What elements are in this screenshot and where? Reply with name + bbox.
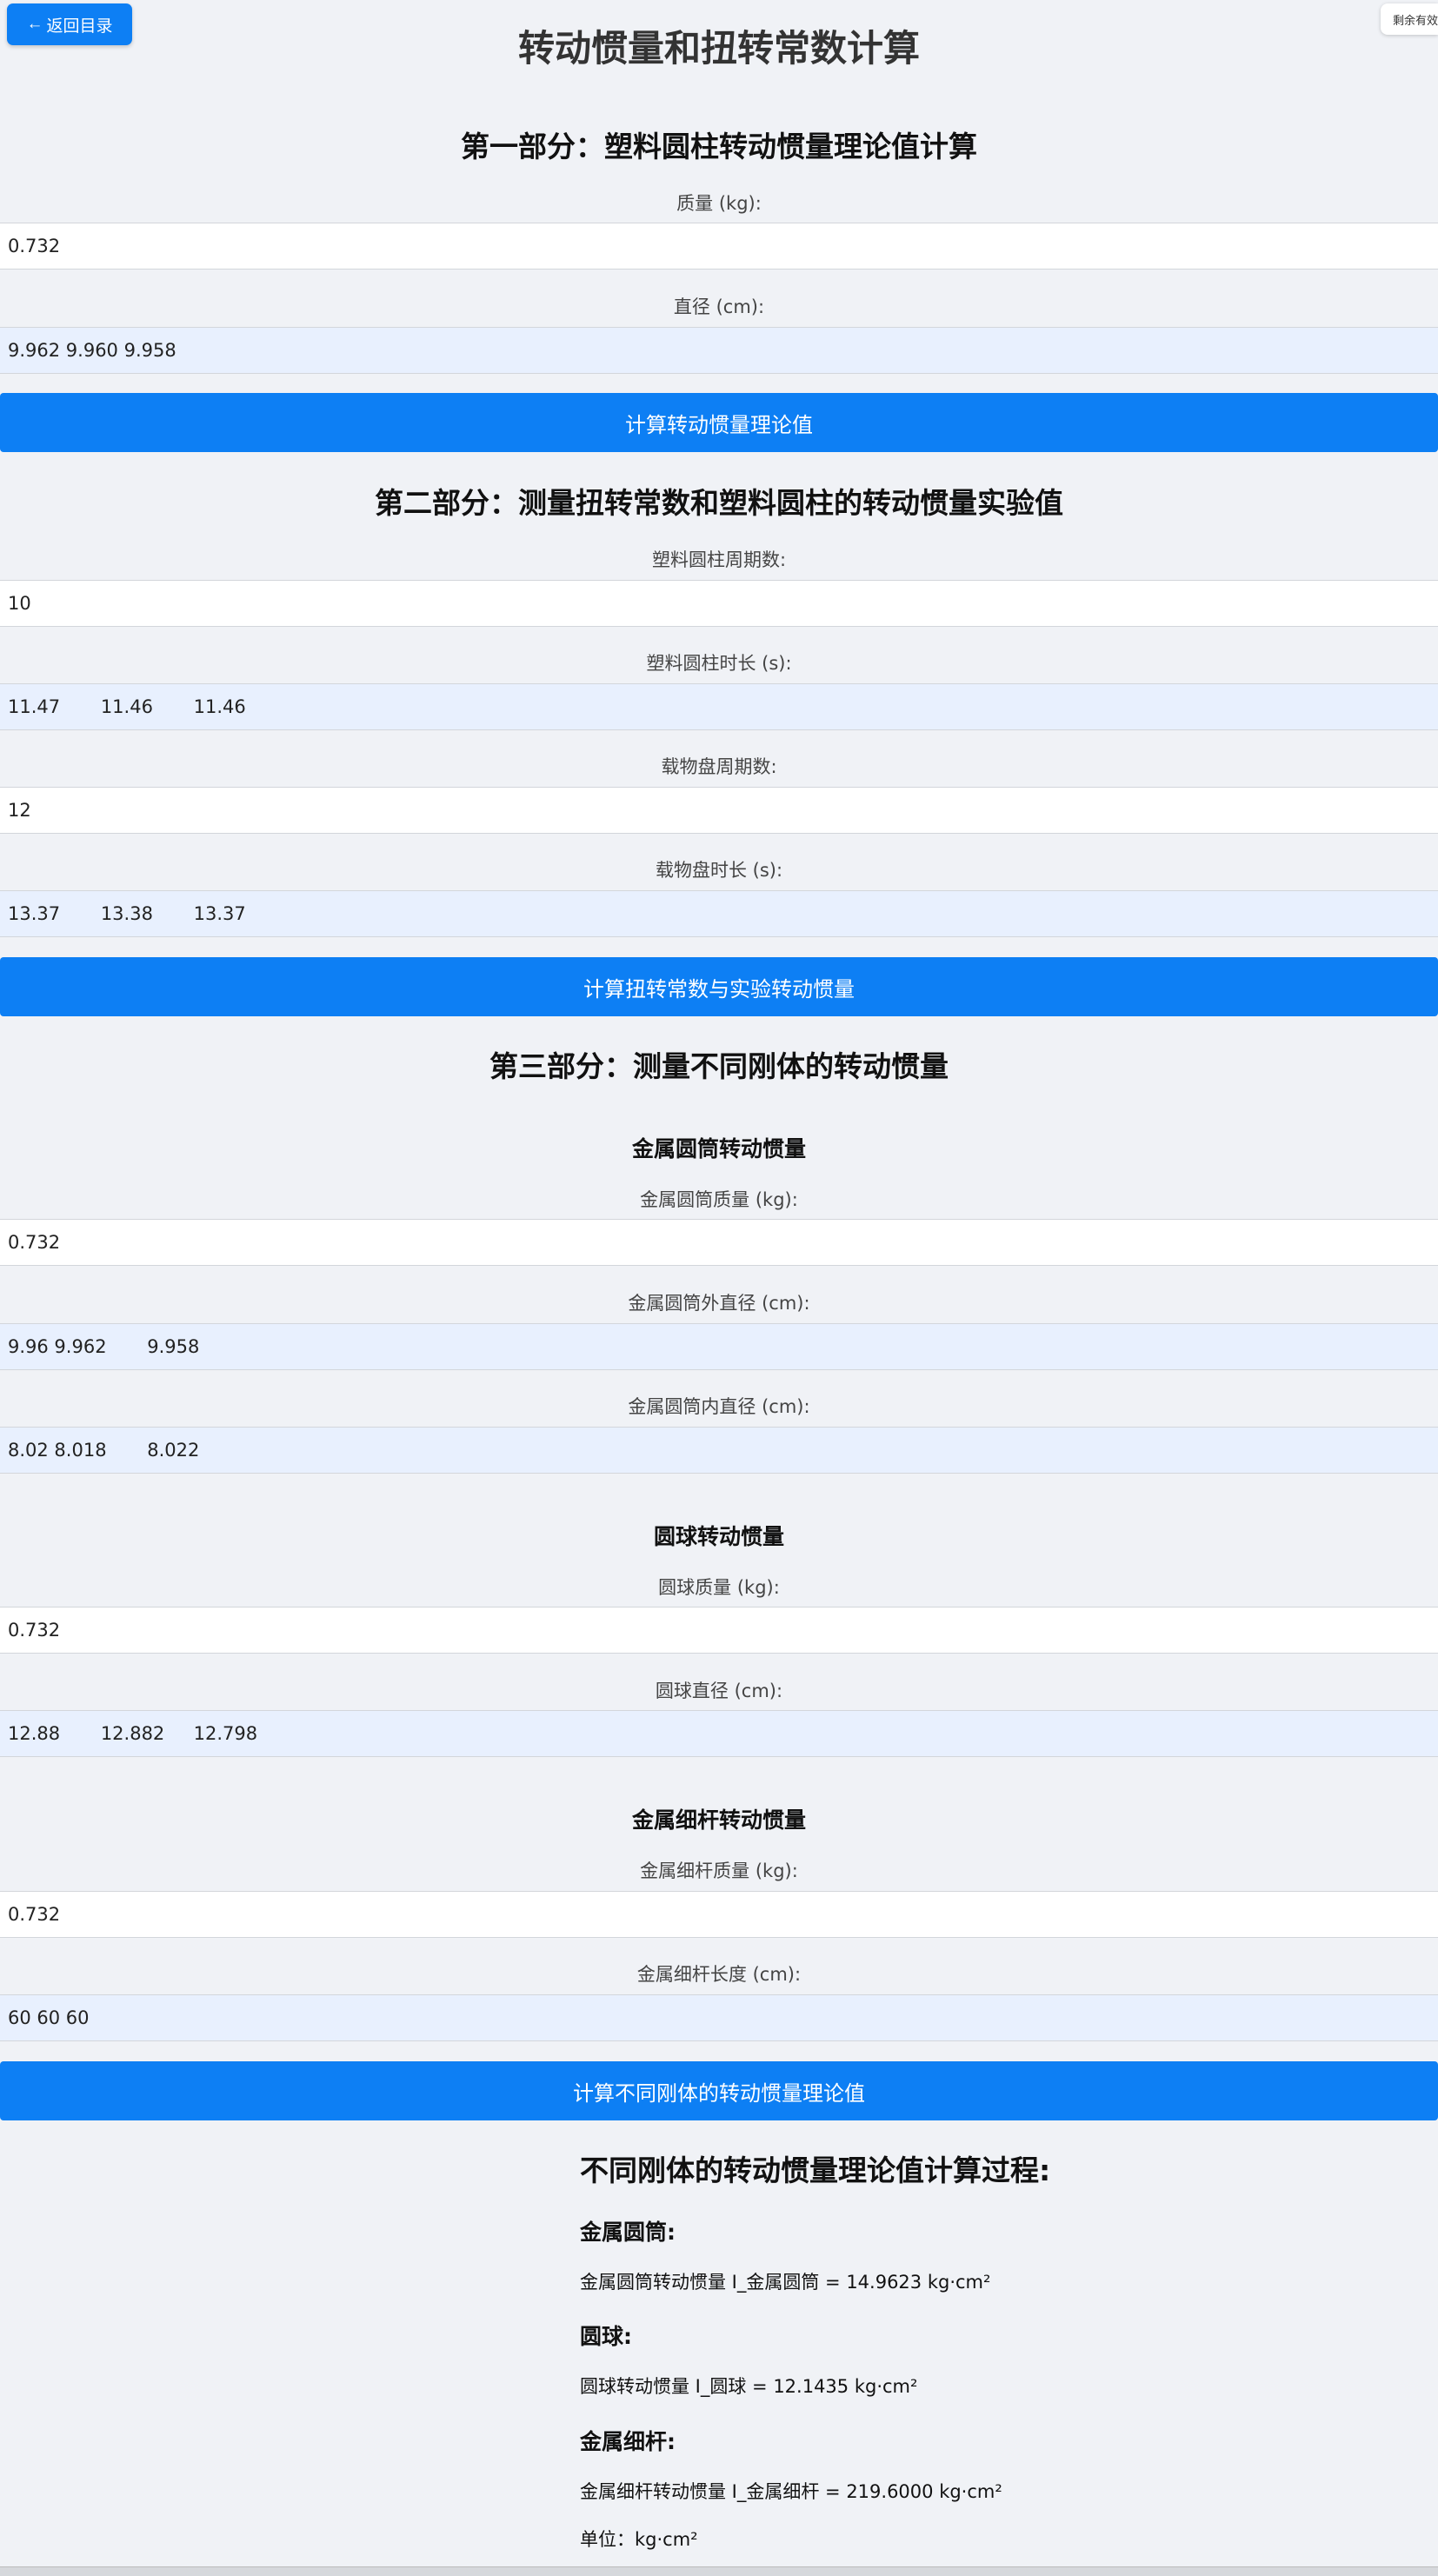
rod-length-input[interactable]: 60 60 60 — [0, 1994, 1438, 2041]
sphere-heading: 圆球转动惯量 — [653, 1524, 784, 1549]
disk-time-input[interactable]: 13.37 13.38 13.37 — [0, 890, 1438, 937]
sphere-diameter-label: 圆球直径 (cm): — [655, 1681, 783, 1701]
calc-torsion-constant-button[interactable]: 计算扭转常数与实验转动惯量 — [0, 957, 1438, 1016]
diameter-input[interactable]: 9.962 9.960 9.958 — [0, 327, 1438, 374]
calc-rigid-bodies-button[interactable]: 计算不同刚体的转动惯量理论值 — [0, 2061, 1438, 2120]
disk-time-label: 载物盘时长 (s): — [655, 860, 783, 881]
cylinder-periods-input[interactable]: 10 — [0, 580, 1438, 627]
results-sphere-line: 圆球转动惯量 I_圆球 = 12.1435 kg·cm² — [580, 2376, 918, 2397]
mass-label: 质量 (kg): — [676, 193, 762, 214]
disk-periods-label: 载物盘周期数: — [661, 756, 777, 777]
mass-input[interactable]: 0.732 — [0, 223, 1438, 270]
tube-outer-diameter-input[interactable]: 9.96 9.962 9.958 — [0, 1323, 1438, 1370]
results-unit-line: 单位：kg·cm² — [580, 2529, 698, 2550]
sphere-mass-input[interactable]: 0.732 — [0, 1607, 1438, 1654]
page-title: 转动惯量和扭转常数计算 — [517, 27, 920, 70]
disk-periods-input[interactable]: 12 — [0, 787, 1438, 834]
rod-heading: 金属细杆转动惯量 — [631, 1807, 806, 1833]
results-title: 不同刚体的转动惯量理论值计算过程: — [580, 2153, 1051, 2187]
cylinder-time-input[interactable]: 11.47 11.46 11.46 — [0, 683, 1438, 730]
tube-heading: 金属圆筒转动惯量 — [631, 1136, 806, 1162]
cylinder-time-label: 塑料圆柱时长 (s): — [646, 653, 792, 674]
part1-title: 第一部分：塑料圆柱转动惯量理论值计算 — [461, 130, 977, 163]
tube-inner-diameter-label: 金属圆筒内直径 (cm): — [628, 1396, 810, 1417]
tube-mass-label: 金属圆筒质量 (kg): — [640, 1189, 798, 1210]
rod-mass-input[interactable]: 0.732 — [0, 1891, 1438, 1938]
results-rod-line: 金属细杆转动惯量 I_金属细杆 = 219.6000 kg·cm² — [580, 2481, 1002, 2502]
bottom-status-bar — [0, 2566, 1438, 2576]
part2-title: 第二部分：测量扭转常数和塑料圆柱的转动惯量实验值 — [375, 486, 1063, 520]
rod-length-label: 金属细杆长度 (cm): — [636, 1964, 802, 1985]
tube-outer-diameter-label: 金属圆筒外直径 (cm): — [628, 1293, 810, 1314]
calc-theoretical-inertia-button[interactable]: 计算转动惯量理论值 — [0, 393, 1438, 452]
diameter-label: 直径 (cm): — [673, 296, 765, 317]
tube-inner-diameter-input[interactable]: 8.02 8.018 8.022 — [0, 1427, 1438, 1474]
sphere-mass-label: 圆球质量 (kg): — [658, 1577, 780, 1598]
cylinder-periods-label: 塑料圆柱周期数: — [651, 549, 787, 570]
results-tube-line: 金属圆筒转动惯量 I_金属圆筒 = 14.9623 kg·cm² — [580, 2272, 991, 2293]
sphere-diameter-input[interactable]: 12.88 12.882 12.798 — [0, 1710, 1438, 1757]
tube-mass-input[interactable]: 0.732 — [0, 1219, 1438, 1266]
results-sphere-heading: 圆球: — [580, 2324, 632, 2349]
part3-title: 第三部分：测量不同刚体的转动惯量 — [489, 1049, 949, 1083]
results-tube-heading: 金属圆筒: — [580, 2220, 676, 2245]
rod-mass-label: 金属细杆质量 (kg): — [640, 1860, 798, 1881]
results-rod-heading: 金属细杆: — [580, 2429, 676, 2454]
